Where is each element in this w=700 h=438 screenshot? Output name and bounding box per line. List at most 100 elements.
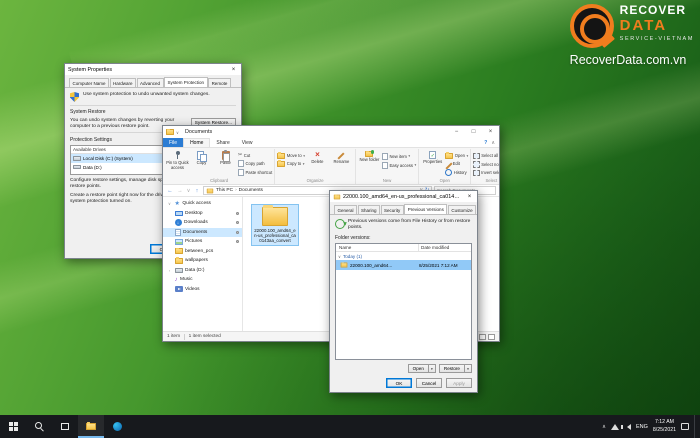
forward-icon[interactable]: → [176, 188, 184, 194]
sidebar-item-desktop[interactable]: Desktop [163, 209, 242, 219]
tab-share[interactable]: Share [210, 138, 235, 147]
sidebar-item-between-pcs[interactable]: between_pcs [163, 247, 242, 257]
start-button[interactable] [0, 415, 26, 438]
taskbar-file-explorer-button[interactable] [78, 415, 104, 438]
quick-access-toolbar[interactable]: ∨ [166, 128, 179, 135]
new-folder-button[interactable]: New folder [358, 150, 381, 163]
tab-previous-versions[interactable]: Previous Versions [404, 204, 448, 214]
chevron-right-icon[interactable]: › [167, 268, 172, 273]
history-button[interactable]: History [445, 168, 468, 176]
copy-path-button[interactable]: Copy path [238, 159, 272, 167]
clock[interactable]: 7:12 AM 8/25/2021 [653, 419, 676, 433]
tab-view[interactable]: View [236, 138, 259, 147]
delete-button[interactable]: × Delete [306, 150, 329, 165]
sidebar-item-data-d[interactable]: › Data (D:) [163, 266, 242, 276]
cancel-button[interactable]: Cancel [416, 378, 442, 388]
open-button[interactable]: Open ▾ [445, 152, 469, 159]
tab-hardware[interactable]: Hardware [109, 78, 137, 87]
restore-version-button[interactable]: Restore ▾ [438, 364, 472, 373]
minimize-icon[interactable]: − [448, 126, 465, 138]
pin-icon [236, 240, 239, 244]
sidebar-item-pictures[interactable]: Pictures [163, 237, 242, 247]
properties-button[interactable]: Properties [421, 150, 444, 165]
breadcrumb-this-pc[interactable]: This PC [216, 188, 233, 193]
tab-home[interactable]: Home [183, 138, 211, 147]
sidebar-item-downloads[interactable]: ↓ Downloads [163, 218, 242, 228]
close-icon[interactable]: × [462, 191, 477, 202]
chevron-down-icon[interactable]: ∨ [338, 254, 341, 259]
chevron-down-icon[interactable]: ∨ [167, 201, 172, 206]
system-properties-titlebar[interactable]: System Properties × [65, 64, 241, 75]
maximize-icon[interactable]: □ [465, 126, 482, 138]
show-desktop-button[interactable] [694, 415, 697, 438]
system-restore-heading: System Restore [70, 109, 106, 115]
cut-button[interactable]: ✂ Cut [238, 152, 272, 158]
close-icon[interactable]: × [482, 126, 499, 138]
chevron-down-icon[interactable]: ▾ [427, 365, 435, 372]
location-icon [206, 187, 214, 193]
copy-button[interactable]: Copy [190, 150, 213, 166]
recent-locations-icon[interactable]: ∨ [186, 188, 191, 194]
open-version-button[interactable]: Open ▾ [407, 364, 436, 373]
column-name[interactable]: Name [336, 244, 419, 252]
sidebar-item-music[interactable]: ♪ Music [163, 275, 242, 285]
chevron-down-icon: ▾ [466, 153, 469, 158]
tab-advanced[interactable]: Advanced [136, 78, 164, 87]
details-view-icon[interactable] [479, 333, 486, 340]
sidebar-item-quick-access[interactable]: ∨ ★ Quick access [163, 199, 242, 209]
taskbar-edge-button[interactable] [104, 415, 130, 438]
invert-selection-button[interactable]: Invert selection [473, 169, 499, 176]
sidebar-item-videos[interactable]: Videos [163, 285, 242, 295]
folder-versions-list[interactable]: Name Date modified ∨ Today (1) 22000.100… [335, 243, 472, 360]
copy-to-button[interactable]: Copy to ▾ [277, 160, 305, 167]
breadcrumb-documents[interactable]: Documents [239, 188, 263, 193]
help-icon[interactable]: ? [484, 140, 487, 146]
task-view-button[interactable] [52, 415, 78, 438]
collapse-ribbon-icon[interactable]: ∧ [491, 140, 495, 146]
explorer-titlebar[interactable]: ∨ Documents − □ × [163, 126, 499, 138]
chevron-down-icon[interactable]: ▾ [464, 365, 471, 372]
edit-button[interactable]: Edit [445, 161, 468, 167]
language-indicator[interactable]: ENG [636, 424, 648, 430]
select-none-button[interactable]: Select none [473, 161, 499, 168]
tab-security[interactable]: Security [380, 205, 404, 214]
tab-sharing[interactable]: Sharing [357, 205, 381, 214]
paste-shortcut-button[interactable]: Paste shortcut [238, 168, 272, 176]
up-icon[interactable]: ↑ [193, 188, 201, 194]
search-button[interactable] [26, 415, 52, 438]
tray-expand-icon[interactable]: ∧ [602, 424, 606, 430]
taskbar: ∧ ENG 7:12 AM 8/25/2021 [0, 415, 700, 438]
new-item-button[interactable]: New item ▾ [381, 152, 416, 160]
pin-to-quick-access-button[interactable]: Pin to Quick access [166, 150, 189, 171]
apply-button[interactable]: Apply [446, 378, 472, 388]
sidebar-item-documents[interactable]: Documents [163, 227, 242, 237]
back-icon[interactable]: ← [166, 188, 174, 194]
action-center-icon[interactable] [681, 423, 689, 430]
tab-remote[interactable]: Remote [208, 78, 231, 87]
tab-system-protection[interactable]: System Protection [164, 77, 208, 87]
rename-button[interactable]: Rename [330, 150, 353, 165]
tab-computer-name[interactable]: Computer Name [69, 78, 110, 87]
file-item-selected[interactable]: 22000.100_amd64_en-us_professional_ca014… [251, 204, 299, 247]
ribbon-group-clipboard: Pin to Quick access Copy Paste ✂ Cut Copy… [164, 149, 276, 184]
paste-button[interactable]: Paste [214, 150, 237, 166]
tab-customize[interactable]: Customize [447, 205, 477, 214]
versions-group-today[interactable]: ∨ Today (1) [336, 252, 471, 260]
volume-icon[interactable] [621, 423, 631, 430]
tab-general[interactable]: General [334, 205, 358, 214]
select-all-button[interactable]: Select all [473, 152, 499, 159]
move-to-button[interactable]: Move to ▾ [277, 152, 305, 159]
close-icon[interactable]: × [226, 64, 241, 75]
sidebar-item-wallpapers[interactable]: wallpapers [163, 256, 242, 266]
customize-toolbar-icon[interactable]: ∨ [176, 130, 179, 135]
ok-button[interactable]: OK [386, 378, 412, 388]
properties-footer: OK Cancel Apply [330, 375, 477, 392]
thumbnail-view-icon[interactable] [488, 333, 495, 340]
easy-access-button[interactable]: Easy access ▾ [381, 161, 416, 169]
properties-titlebar[interactable]: 22000.100_amd64_en-us_professional_ca014… [330, 191, 477, 202]
tab-file[interactable]: File [163, 138, 184, 147]
column-date-modified[interactable]: Date modified [419, 245, 471, 250]
network-icon[interactable] [611, 423, 619, 430]
recover-data-logo: RECOVER DATA SERVICE-VIETNAM RecoverData… [569, 3, 694, 67]
version-row-selected[interactable]: 22000.100_amd64... 8/25/2021 7:12 AM [336, 260, 471, 270]
